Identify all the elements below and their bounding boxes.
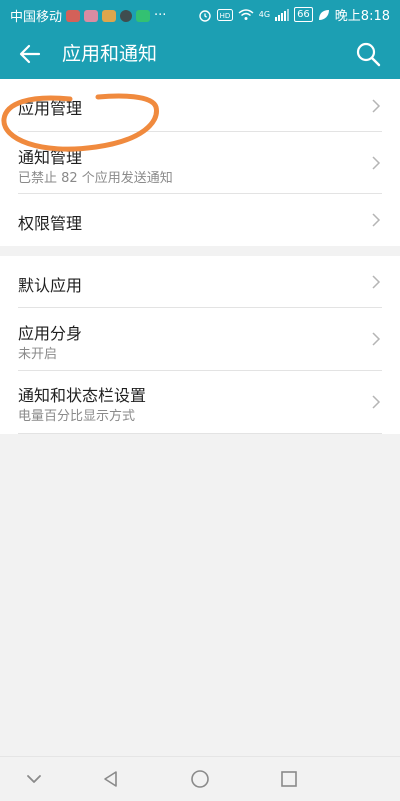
item-title: 权限管理 bbox=[18, 214, 83, 233]
chevron-right-icon bbox=[372, 332, 381, 346]
wifi-icon bbox=[238, 8, 254, 20]
item-title: 应用管理 bbox=[18, 99, 83, 118]
hd-icon: HD bbox=[216, 8, 233, 21]
settings-section-apps: 应用管理 通知管理 已禁止 82 个应用发送通知 权限管理 bbox=[0, 79, 400, 246]
item-subtitle: 电量百分比显示方式 bbox=[18, 409, 136, 424]
alarm-icon bbox=[199, 9, 211, 22]
search-icon[interactable] bbox=[354, 40, 382, 68]
settings-section-other: 默认应用 应用分身 未开启 通知和状态栏设置 电量百分比显示方式 bbox=[0, 256, 400, 434]
status-bar: 中国移动 ··· HD 4G 66 晚上8:18 bbox=[0, 0, 400, 28]
status-right: HD 4G 66 晚上8:18 bbox=[198, 5, 390, 24]
notification-app-icon bbox=[136, 9, 151, 22]
svg-text:HD: HD bbox=[219, 12, 230, 20]
notification-app-icon bbox=[102, 9, 117, 22]
chevron-right-icon bbox=[372, 275, 381, 289]
list-item-notification-management[interactable]: 通知管理 已禁止 82 个应用发送通知 bbox=[0, 132, 400, 194]
home-circle-icon[interactable] bbox=[188, 767, 212, 791]
item-title: 通知管理 bbox=[18, 148, 83, 167]
page-title: 应用和通知 bbox=[62, 43, 158, 65]
list-item-app-twin[interactable]: 应用分身 未开启 bbox=[0, 308, 400, 370]
arrow-left-icon[interactable] bbox=[16, 40, 44, 68]
notification-app-icon bbox=[66, 9, 81, 22]
chevron-right-icon bbox=[372, 213, 381, 227]
divider bbox=[18, 433, 382, 434]
recents-square-icon[interactable] bbox=[277, 767, 301, 791]
list-item-notification-statusbar-settings[interactable]: 通知和状态栏设置 电量百分比显示方式 bbox=[0, 371, 400, 433]
item-title: 应用分身 bbox=[18, 324, 83, 343]
chevron-right-icon bbox=[372, 99, 381, 113]
clock: 晚上8:18 bbox=[334, 9, 390, 24]
signal-icon bbox=[275, 8, 290, 21]
item-subtitle: 未开启 bbox=[18, 347, 58, 362]
list-item-default-apps[interactable]: 默认应用 bbox=[0, 256, 400, 307]
back-triangle-icon[interactable] bbox=[99, 767, 123, 791]
notification-app-icon bbox=[84, 9, 99, 22]
item-title: 默认应用 bbox=[18, 276, 83, 295]
chevron-right-icon bbox=[372, 156, 381, 170]
item-subtitle: 已禁止 82 个应用发送通知 bbox=[18, 171, 173, 186]
battery-indicator: 66 bbox=[294, 7, 313, 22]
more-notifications-icon: ··· bbox=[154, 8, 167, 23]
carrier-name: 中国移动 bbox=[10, 10, 63, 25]
list-item-permission-management[interactable]: 权限管理 bbox=[0, 194, 400, 246]
chevron-down-icon[interactable] bbox=[22, 767, 46, 791]
toolbar: 应用和通知 bbox=[0, 28, 400, 79]
item-title: 通知和状态栏设置 bbox=[18, 386, 147, 405]
chevron-right-icon bbox=[372, 395, 381, 409]
network-type-label: 4G bbox=[258, 10, 271, 19]
status-left: 中国移动 ··· bbox=[10, 6, 166, 25]
system-nav-bar bbox=[0, 756, 400, 801]
leaf-icon bbox=[318, 9, 329, 20]
notification-app-icon bbox=[120, 9, 133, 22]
list-item-app-management[interactable]: 应用管理 bbox=[0, 79, 400, 132]
